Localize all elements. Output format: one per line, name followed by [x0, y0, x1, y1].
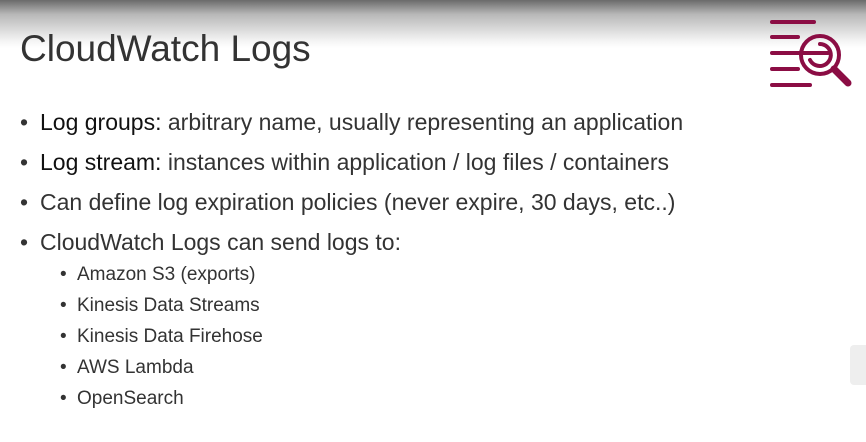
text: OpenSearch — [77, 388, 184, 409]
log-search-icon — [770, 20, 852, 87]
sub-bullet: • AWS Lambda — [60, 357, 194, 378]
text: AWS Lambda — [77, 357, 194, 378]
text: arbitrary name, usually representing an … — [161, 109, 684, 135]
term: Log stream: — [40, 149, 162, 175]
text: Kinesis Data Streams — [77, 295, 260, 316]
text: Amazon S3 (exports) — [77, 264, 256, 285]
term: Log groups: — [40, 109, 162, 135]
bullet-list: • Log groups: arbitrary name, usually rep… — [20, 106, 683, 417]
bullet-send-logs: • CloudWatch Logs can send logs to: — [20, 229, 401, 255]
slide-title: CloudWatch Logs — [20, 28, 311, 69]
sub-bullet: • Kinesis Data Firehose — [60, 326, 263, 347]
bullet-log-groups: • Log groups: arbitrary name, usually rep… — [20, 109, 684, 135]
sub-bullet: • OpenSearch — [60, 388, 184, 409]
destination-list: • Amazon S3 (exports) • Kinesis Data Strea… — [20, 262, 683, 417]
text: CloudWatch Logs can send logs to: — [40, 229, 401, 255]
bullet-expiration: • Can define log expiration policies (nev… — [20, 189, 676, 215]
sub-bullet: • Kinesis Data Streams — [60, 295, 260, 316]
text: Can define log expiration policies (neve… — [40, 189, 676, 215]
text: Kinesis Data Firehose — [77, 326, 263, 347]
sub-bullet: • Amazon S3 (exports) — [60, 264, 256, 285]
overlay-control-button[interactable] — [850, 345, 866, 385]
bullet-log-stream: • Log stream: instances within applicatio… — [20, 149, 670, 175]
text: instances within application / log files… — [161, 149, 670, 175]
